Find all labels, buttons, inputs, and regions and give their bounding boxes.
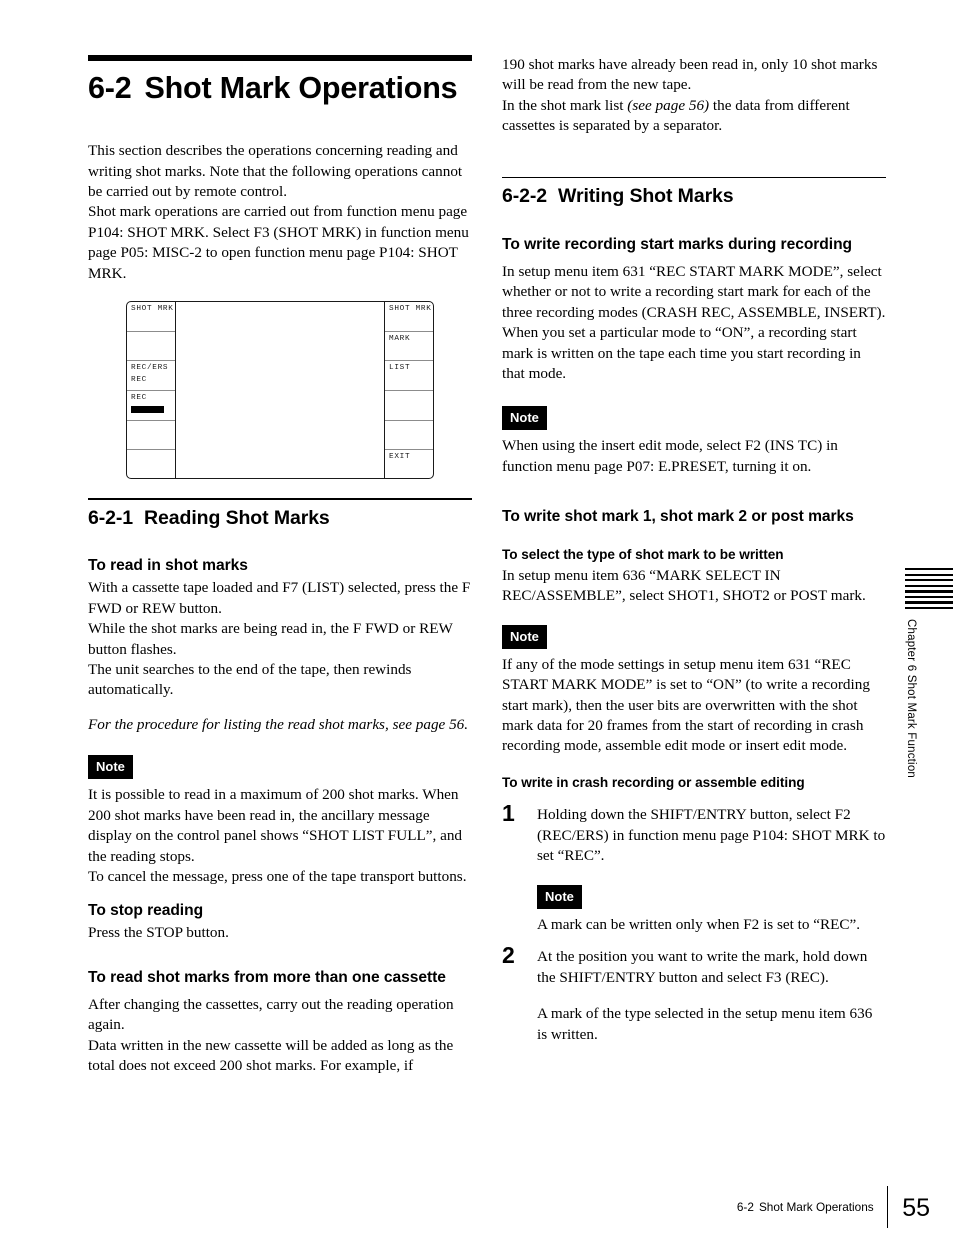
lcd-right-cell-list[interactable]: LIST xyxy=(385,361,433,391)
para-rec-start-1: In setup menu item 631 “REC START MARK M… xyxy=(502,262,886,321)
heading-select-mark-type: To select the type of shot mark to be wr… xyxy=(502,547,784,563)
heading-crash-recording: To write in crash recording or assemble … xyxy=(502,774,805,790)
lcd-left-column: SHOT MRK REC/ERS REC REC xyxy=(127,302,176,478)
chapter-thumb-label: Chapter 6 Shot Mark Function xyxy=(905,619,917,779)
heading-rec-start-marks: To write recording start marks during re… xyxy=(502,235,853,253)
section-621-title: Reading Shot Marks xyxy=(144,506,330,529)
section-621-heading: 6-2-1 Reading Shot Marks xyxy=(88,507,472,530)
page-footer: 6-2 Shot Mark Operations 55 xyxy=(0,1186,954,1230)
intro-paragraph-2: Shot mark operations are carried out fro… xyxy=(88,203,469,282)
cross-reference-page-56: For the procedure for listing the read s… xyxy=(88,715,469,733)
lcd-left-cell-5[interactable] xyxy=(127,421,175,451)
para-more-2: Data written in the new cassette will be… xyxy=(88,1036,454,1075)
section-622-heading: 6-2-2 Writing Shot Marks xyxy=(502,185,886,208)
step-2: 2 At the position you want to write the … xyxy=(502,942,886,988)
step-2-text: At the position you want to write the ma… xyxy=(537,948,868,986)
lcd-left-cell-3-line2: REC xyxy=(131,375,147,384)
chapter-title-text: Shot Mark Operations xyxy=(144,71,458,105)
lcd-selection-highlight xyxy=(131,405,164,414)
thumb-index-line xyxy=(905,584,953,587)
note-badge: Note xyxy=(88,755,133,780)
para-read-in-2: While the shot marks are being read in, … xyxy=(88,620,453,658)
step-2-followup: A mark of the type selected in the setup… xyxy=(502,1004,886,1045)
lcd-right-cell-4[interactable] xyxy=(385,391,433,421)
step-1-text: Holding down the SHIFT/ENTRY button, sel… xyxy=(537,806,886,865)
continuation-2-part-a: In the shot mark list xyxy=(502,96,628,114)
thumb-index-line xyxy=(905,568,953,571)
thumb-index-line xyxy=(905,607,953,610)
thumb-index-line xyxy=(905,595,953,599)
left-column: 6-2 Shot Mark Operations This section des… xyxy=(88,55,472,1077)
lcd-right-cell-exit-label: EXIT xyxy=(389,453,411,462)
continuation-2-italic-ref: (see page 56) xyxy=(627,96,710,114)
step-1: 1 Holding down the SHIFT/ENTRY button, s… xyxy=(502,800,886,866)
lcd-right-column: SHOT MRK MARK LIST EXIT xyxy=(384,302,433,478)
thumb-index-line xyxy=(905,601,953,604)
section-622-number: 6-2-2 xyxy=(502,185,548,208)
section-621-rule xyxy=(88,498,472,500)
lcd-right-cell-1-line1: SHOT MRK xyxy=(389,305,432,313)
para-read-in-3: The unit searches to the end of the tape… xyxy=(88,660,412,699)
para-rec-start-2: When you set a particular mode to “ON”, … xyxy=(502,324,861,382)
note2-text: If any of the mode settings in setup men… xyxy=(502,655,870,755)
para-more-1: After changing the cassettes, carry out … xyxy=(88,995,454,1034)
chapter-title-rule xyxy=(88,55,472,61)
continuation-paragraph-1: 190 shot marks have already been read in… xyxy=(502,56,878,94)
lcd-right-cell-list-label: LIST xyxy=(389,364,411,373)
step-2-paragraph: A mark of the type selected in the setup… xyxy=(537,1005,873,1043)
step-1-note-text: A mark can be written only when F2 is se… xyxy=(537,915,861,933)
note-badge-rec-start-mode: Note xyxy=(502,624,547,649)
note-text-1: It is possible to read in a maximum of 2… xyxy=(88,786,463,865)
thumb-index-lines xyxy=(905,568,953,610)
note1-text: When using the insert edit mode, select … xyxy=(502,437,838,475)
continuation-paragraph-2: In the shot mark list (see page 56) the … xyxy=(502,96,886,137)
lcd-left-cell-2[interactable] xyxy=(127,332,175,362)
section-621-number: 6-2-1 xyxy=(88,506,134,529)
lcd-right-cell-mark[interactable]: MARK xyxy=(385,332,433,362)
chapter-title-number: 6-2 xyxy=(88,71,132,105)
intro-paragraph-1: This section describes the operations co… xyxy=(88,142,463,201)
footer-section-number: 6-2 xyxy=(736,1200,754,1214)
page-number: 55 xyxy=(902,1193,930,1222)
lcd-right-cell-5[interactable] xyxy=(385,421,433,451)
lcd-right-cell-mark-label: MARK xyxy=(389,334,411,343)
lcd-left-cell-3[interactable]: REC/ERS REC xyxy=(127,361,175,391)
thumb-index-line xyxy=(905,579,953,582)
heading-write-shot-marks: To write shot mark 1, shot mark 2 or pos… xyxy=(502,508,854,526)
document-page: 6-2 Shot Mark Operations This section des… xyxy=(0,0,954,1235)
thumb-index-line xyxy=(905,590,953,593)
figure-function-menu-p104: SHOT MRK REC/ERS REC REC SHOT MRK MARK L… xyxy=(126,301,434,479)
lcd-left-cell-4-line1: REC xyxy=(131,393,147,402)
para-read-in-1: With a cassette tape loaded and F7 (LIST… xyxy=(88,579,471,617)
section-622-rule xyxy=(502,176,886,179)
lcd-frame: SHOT MRK REC/ERS REC REC SHOT MRK MARK L… xyxy=(126,301,434,479)
right-column: 190 shot marks have already been read in… xyxy=(502,55,886,1045)
step-1-number: 1 xyxy=(502,800,515,827)
footer-section-name: Shot Mark Operations xyxy=(758,1200,874,1214)
heading-more-than-one-cassette: To read shot marks from more than one ca… xyxy=(88,968,446,986)
note-text-2: To cancel the message, press one of the … xyxy=(88,868,467,886)
para-select-type: In setup menu item 636 “MARK SELECT IN R… xyxy=(502,566,866,605)
step-1-note-block: Note A mark can be written only when F2 … xyxy=(502,884,886,935)
note-badge-insert-edit: Note xyxy=(502,406,547,431)
chapter-thumb-index: Chapter 6 Shot Mark Function xyxy=(905,568,953,778)
section-622-title: Writing Shot Marks xyxy=(558,185,734,208)
lcd-right-cell-exit[interactable]: EXIT xyxy=(385,450,433,480)
para-stop-reading: Press the STOP button. xyxy=(88,924,229,942)
footer-running-head: 6-2 Shot Mark Operations xyxy=(737,1200,887,1214)
note-badge-f2-rec: Note xyxy=(537,884,582,909)
lcd-left-cell-1[interactable]: SHOT MRK xyxy=(127,302,175,332)
heading-to-stop-reading: To stop reading xyxy=(88,902,204,920)
step-2-number: 2 xyxy=(502,942,515,969)
lcd-right-cell-1[interactable]: SHOT MRK xyxy=(385,302,433,332)
lcd-left-cell-1-line1: SHOT MRK xyxy=(131,305,174,313)
lcd-left-cell-3-line1: REC/ERS xyxy=(131,364,169,373)
lcd-left-cell-4[interactable]: REC xyxy=(127,391,175,421)
thumb-index-line xyxy=(905,573,953,576)
page-title: 6-2 Shot Mark Operations xyxy=(88,71,472,105)
lcd-left-cell-6[interactable] xyxy=(127,450,175,480)
heading-to-read-in-shot-marks: To read in shot marks xyxy=(88,557,248,575)
